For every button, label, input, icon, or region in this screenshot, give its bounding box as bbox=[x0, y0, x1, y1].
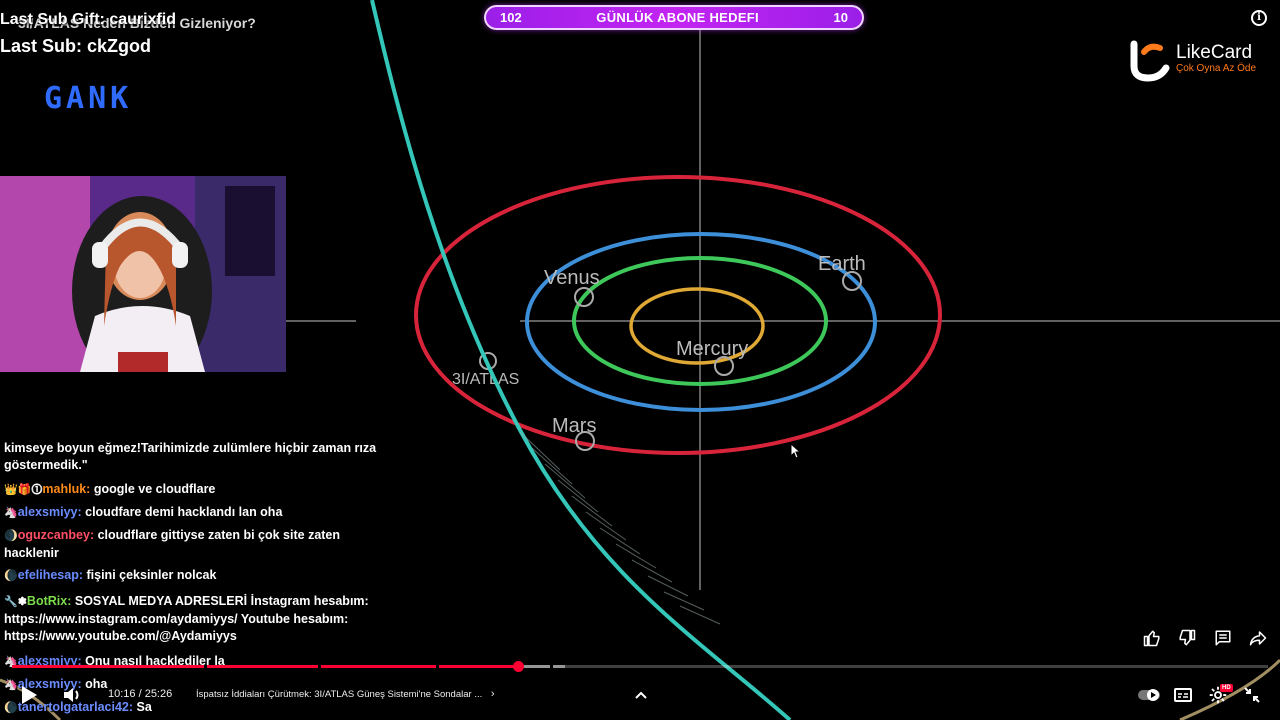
gank-logo: GANK bbox=[44, 82, 132, 112]
volume-icon[interactable] bbox=[62, 685, 84, 705]
play-icon[interactable] bbox=[18, 684, 40, 706]
chapter-title[interactable]: İspatsız İddiaları Çürütmek: 3I/ATLAS Gü… bbox=[196, 688, 495, 700]
goal-title: GÜNLÜK ABONE HEDEFI bbox=[596, 10, 759, 25]
time-display: 10:16 / 25:26 bbox=[108, 688, 173, 700]
chat-badges: 🦄 bbox=[4, 507, 18, 519]
likecard-sponsor-logo: LikeCard Çok Oyna Az Öde bbox=[1126, 38, 1266, 82]
chat-username: mahluk: bbox=[42, 482, 91, 496]
chapter-marker bbox=[318, 665, 321, 668]
chat-badges: 🔧✽ bbox=[4, 596, 27, 608]
thumbs-up-icon[interactable] bbox=[1140, 626, 1164, 650]
svg-text:GANK: GANK bbox=[44, 82, 132, 112]
progress-bar[interactable] bbox=[12, 661, 1268, 672]
mouse-cursor bbox=[790, 442, 802, 464]
goal-current-count: 102 bbox=[500, 10, 522, 25]
exit-fullscreen-icon[interactable] bbox=[1242, 685, 1262, 705]
chat-message: 👑🎁⓵mahluk: google ve cloudflare bbox=[4, 481, 379, 499]
progress-played bbox=[12, 665, 519, 668]
chevron-right-icon: › bbox=[490, 688, 495, 700]
chat-message: kimseye boyun eğmez!Tarihimizde zulümler… bbox=[4, 440, 379, 474]
mars-label: Mars bbox=[552, 415, 596, 437]
chat-username: BotRix: bbox=[26, 594, 72, 608]
trajectory-hatching bbox=[519, 431, 721, 625]
captions-icon[interactable] bbox=[1173, 686, 1193, 704]
likecard-name: LikeCard bbox=[1176, 42, 1253, 63]
chat-badges: 👑🎁⓵ bbox=[4, 484, 43, 496]
player-controls: 10:16 / 25:26 İspatsız İddiaları Çürütme… bbox=[0, 680, 1280, 710]
chat-message: 🌒oguzcanbey: cloudflare gittiyse zaten b… bbox=[4, 527, 379, 562]
info-icon[interactable]: i bbox=[1251, 10, 1267, 26]
chat-message: 🦄alexsmiyy: cloudfare demi hacklandı lan… bbox=[4, 504, 379, 522]
likecard-icon bbox=[1130, 40, 1170, 82]
chevron-up-icon[interactable] bbox=[632, 686, 650, 704]
chapter-marker bbox=[204, 665, 207, 668]
subscriber-goal-bar: 102 GÜNLÜK ABONE HEDEFI 10 bbox=[484, 5, 864, 30]
chat-message: 🦄alexsmiyy: Onu nasıl hacklediler la bbox=[4, 653, 379, 671]
mercury-label: Mercury bbox=[676, 338, 748, 360]
chapter-marker bbox=[550, 665, 553, 668]
chat-text: kimseye boyun eğmez!Tarihimizde zulümler… bbox=[4, 441, 377, 472]
chat-username: efelihesap: bbox=[17, 568, 84, 582]
gear-icon[interactable]: HD bbox=[1207, 684, 1233, 706]
chat-username: alexsmiyy: bbox=[17, 505, 82, 519]
chat-username: oguzcanbey: bbox=[17, 528, 95, 542]
share-icon[interactable] bbox=[1246, 626, 1270, 650]
chat-badges: 🌒 bbox=[4, 530, 18, 542]
streamer-image bbox=[0, 176, 286, 372]
comment-icon[interactable] bbox=[1211, 626, 1235, 650]
chat-message: 🌘efelihesap: fişini çeksinler nolcak bbox=[4, 567, 379, 585]
chapter-title-text: İspatsız İddiaları Çürütmek: 3I/ATLAS Gü… bbox=[196, 689, 483, 700]
video-action-buttons bbox=[1140, 626, 1270, 650]
mars-orbit bbox=[414, 175, 942, 455]
video-player[interactable]: Venus Earth Mercury 3I/ATLAS Mars 3I/ATL… bbox=[0, 0, 1280, 720]
chapter-marker bbox=[436, 665, 439, 668]
last-sub-text: Last Sub: ckZgod bbox=[0, 36, 152, 56]
chat-text: cloudfare demi hacklandı lan oha bbox=[85, 505, 283, 519]
chat-badges: 🦄 bbox=[4, 656, 18, 668]
hd-badge: HD bbox=[1220, 684, 1233, 692]
chat-text: google ve cloudflare bbox=[93, 482, 216, 496]
webcam-feed bbox=[0, 176, 286, 372]
thumbs-down-icon[interactable] bbox=[1175, 626, 1199, 650]
earth-label: Earth bbox=[818, 253, 866, 275]
chat-message: 🔧✽BotRix: SOSYAL MEDYA ADRESLERİ İnstagr… bbox=[4, 593, 379, 645]
chat-badges: 🌘 bbox=[4, 570, 18, 582]
atlas-label: 3I/ATLAS bbox=[452, 371, 519, 388]
likecard-slogan: Çok Oyna Az Öde bbox=[1176, 63, 1257, 74]
last-sub-gift-text: Last Sub Gift: caurixfid bbox=[0, 11, 177, 28]
chat-text: fişini çeksinler nolcak bbox=[86, 568, 217, 582]
goal-target-count: 10 bbox=[833, 10, 848, 25]
venus-label: Venus bbox=[544, 267, 600, 289]
autoplay-toggle-icon[interactable] bbox=[1137, 687, 1163, 703]
